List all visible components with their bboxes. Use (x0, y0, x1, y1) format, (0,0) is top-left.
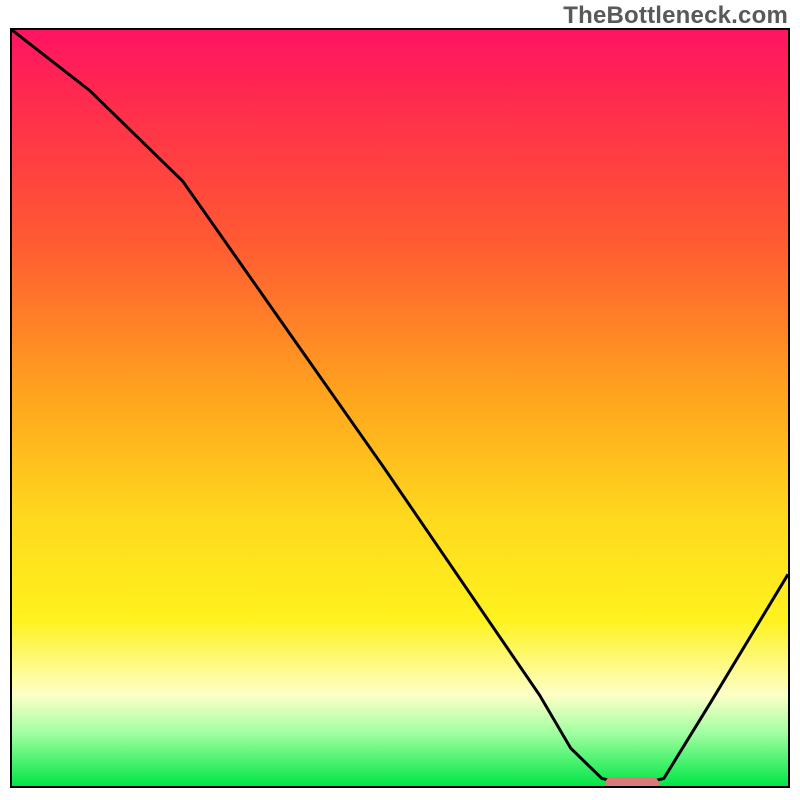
curve-svg (12, 30, 788, 786)
plot-area (10, 28, 790, 788)
curve-path (12, 30, 788, 786)
watermark-text: TheBottleneck.com (563, 2, 788, 30)
chart-container: TheBottleneck.com (0, 0, 800, 800)
minimum-marker (605, 777, 660, 788)
